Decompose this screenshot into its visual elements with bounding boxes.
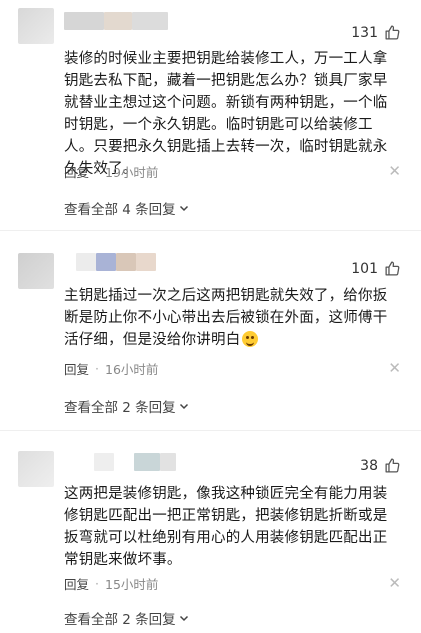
separator-dot: ·: [95, 163, 99, 179]
view-replies-button[interactable]: 查看全部 2 条回复: [64, 396, 190, 416]
username-blurred[interactable]: [96, 253, 116, 271]
grinning-emoji-icon: [242, 331, 259, 347]
close-icon[interactable]: ✕: [388, 575, 401, 591]
like-button[interactable]: 38: [360, 457, 401, 474]
like-count: 38: [360, 457, 378, 474]
close-icon[interactable]: ✕: [388, 163, 401, 179]
comment-meta: 回复 · 19小时前 ✕: [64, 161, 401, 181]
divider: [0, 430, 421, 431]
view-replies-button[interactable]: 查看全部 4 条回复: [64, 198, 190, 218]
username-blurred[interactable]: [136, 253, 156, 271]
username-blurred[interactable]: [94, 453, 114, 471]
avatar[interactable]: [18, 253, 54, 289]
like-count: 131: [351, 24, 378, 41]
comment-meta: 回复 · 16小时前 ✕: [64, 358, 401, 378]
chevron-down-icon: [179, 403, 188, 410]
view-replies-label: 查看全部 2 条回复: [64, 612, 176, 628]
username-blurred[interactable]: [134, 453, 160, 471]
username-blurred[interactable]: [132, 12, 168, 30]
thumbs-up-icon: [385, 458, 400, 473]
divider: [0, 230, 421, 231]
timestamp: 15小时前: [105, 576, 159, 592]
chevron-down-icon: [179, 615, 188, 622]
view-replies-label: 查看全部 2 条回复: [64, 400, 176, 416]
chevron-down-icon: [179, 205, 188, 212]
comment-text: 这两把是装修钥匙，像我这种锁匠完全有能力用装修钥匙匹配出一把正常钥匙，把装修钥匙…: [64, 486, 388, 568]
reply-button[interactable]: 回复: [64, 574, 89, 593]
view-replies-button[interactable]: 查看全部 2 条回复: [64, 608, 190, 628]
like-button[interactable]: 101: [351, 260, 401, 277]
username-blurred[interactable]: [116, 253, 136, 271]
username-blurred[interactable]: [104, 12, 132, 30]
comment-text: 主钥匙插过一次之后这两把钥匙就失效了，给你扳断是防止你不小心带出去后被锁在外面，…: [64, 285, 400, 351]
thumbs-up-icon: [385, 25, 400, 40]
comment-meta: 回复 · 15小时前 ✕: [64, 573, 401, 593]
username-blurred[interactable]: [160, 453, 176, 471]
comment-text-body: 主钥匙插过一次之后这两把钥匙就失效了，给你扳断是防止你不小心带出去后被锁在外面，…: [64, 288, 388, 348]
reply-button[interactable]: 回复: [64, 162, 89, 181]
username-blurred[interactable]: [76, 253, 96, 271]
username-blurred[interactable]: [64, 12, 104, 30]
separator-dot: ·: [95, 360, 99, 376]
like-count: 101: [351, 260, 378, 277]
timestamp: 19小时前: [105, 164, 159, 180]
view-replies-label: 查看全部 4 条回复: [64, 202, 176, 218]
thumbs-up-icon: [385, 261, 400, 276]
like-button[interactable]: 131: [351, 24, 401, 41]
avatar[interactable]: [18, 8, 54, 44]
separator-dot: ·: [95, 575, 99, 591]
close-icon[interactable]: ✕: [388, 360, 401, 376]
avatar[interactable]: [18, 451, 54, 487]
reply-button[interactable]: 回复: [64, 359, 89, 378]
timestamp: 16小时前: [105, 361, 159, 377]
